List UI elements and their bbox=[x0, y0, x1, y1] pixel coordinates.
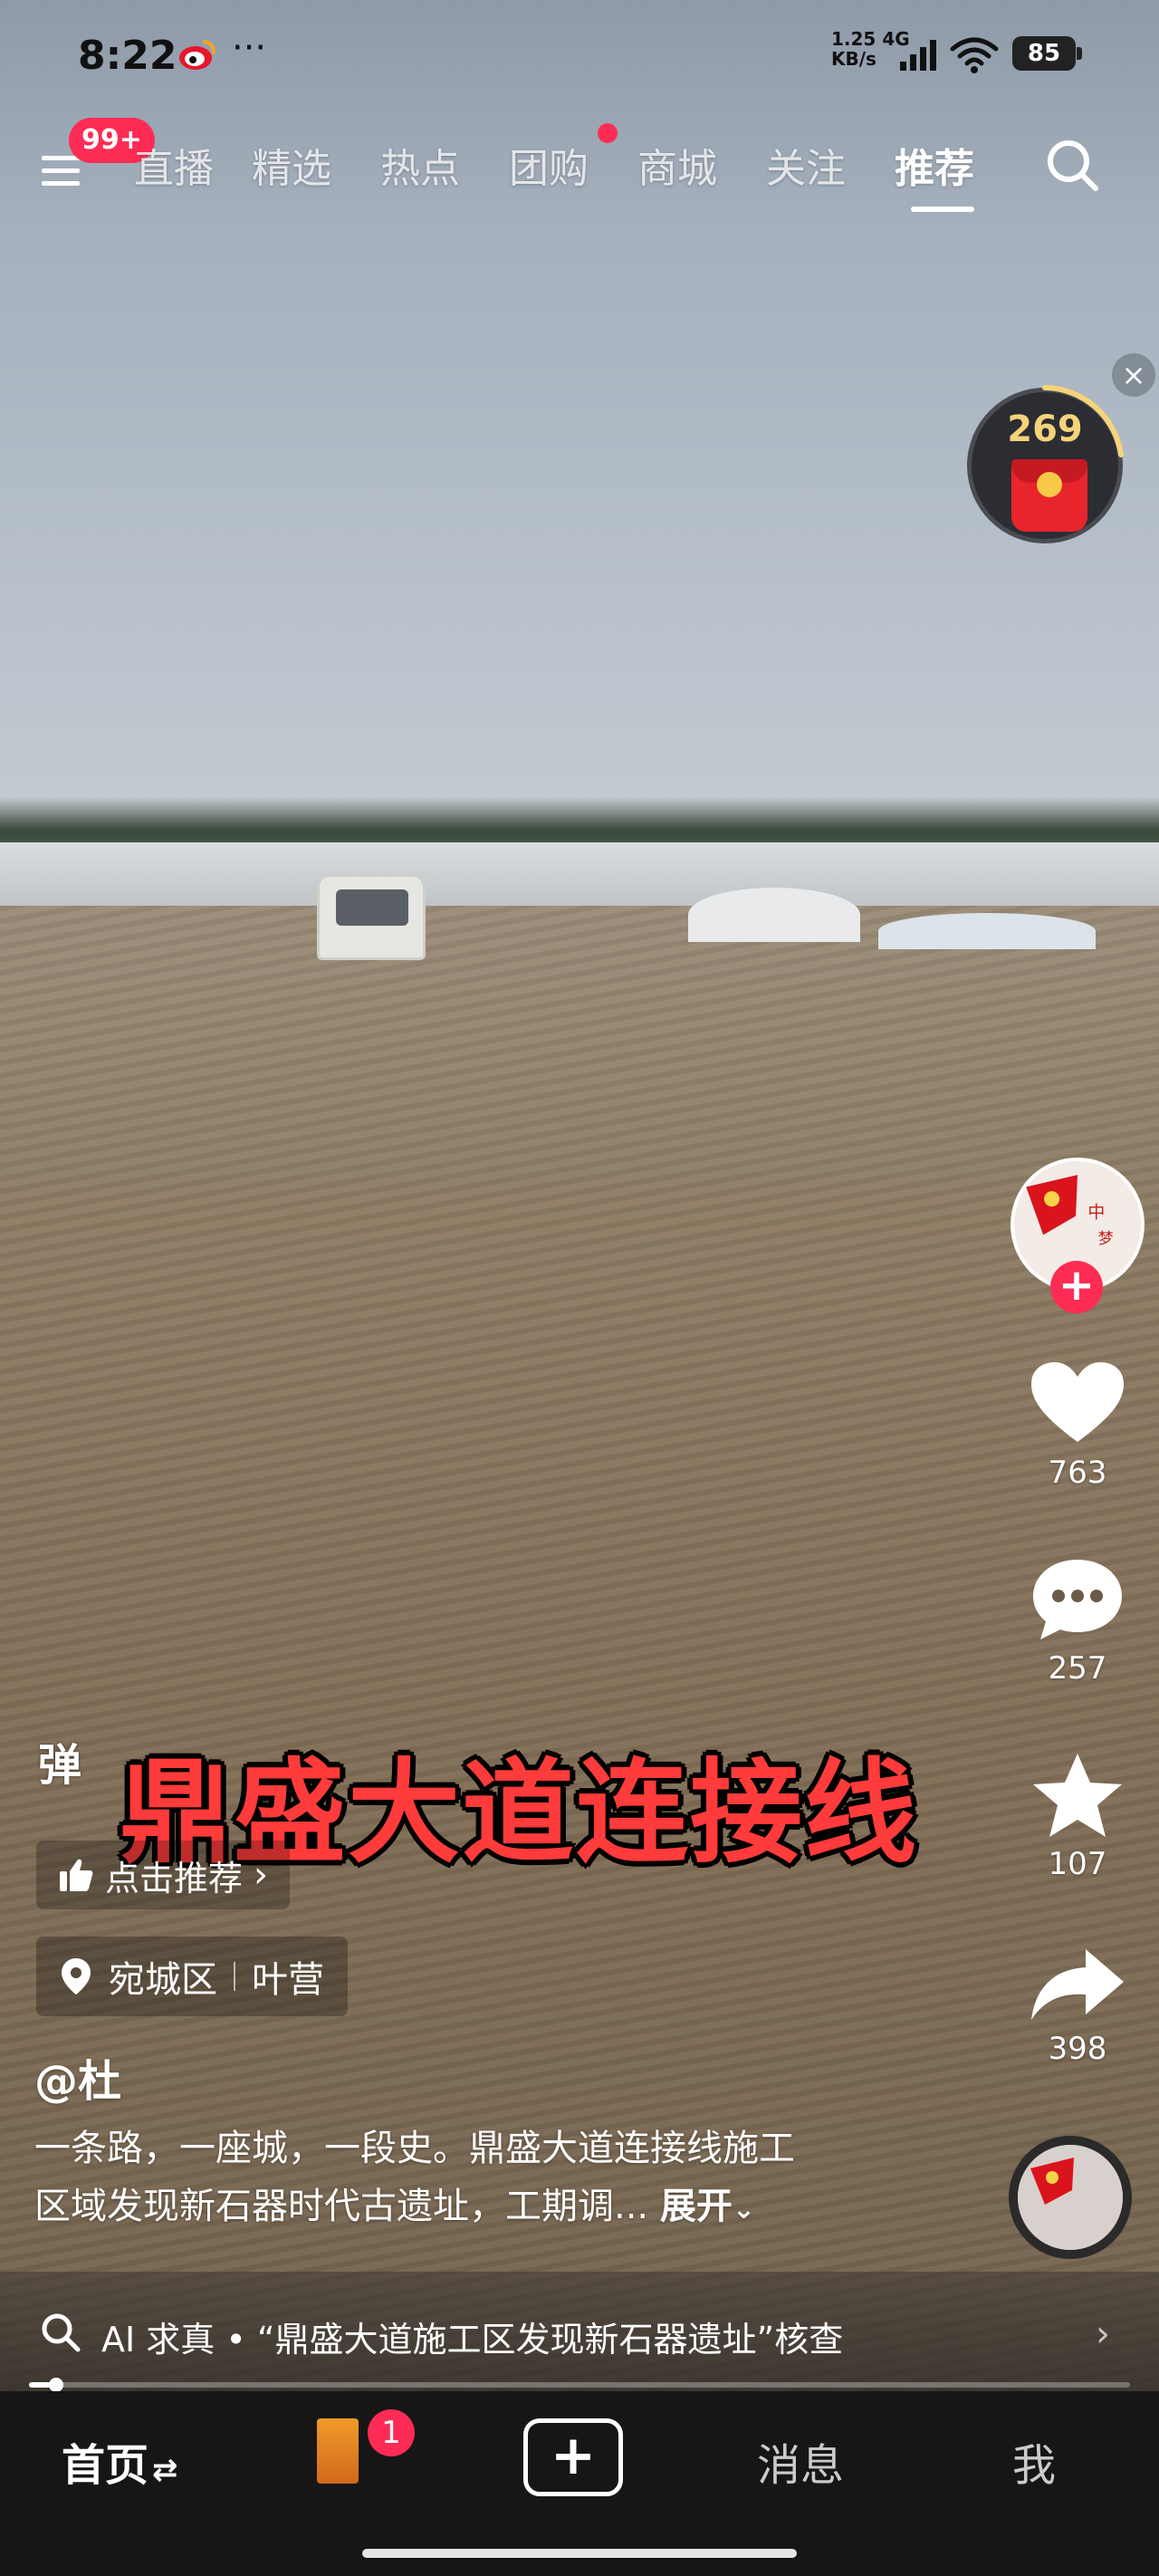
video-description: 一条路，一座城，一段史。鼎盛大道连接线施工 区域发现新石器时代古遗址，工期调..… bbox=[34, 2119, 931, 2239]
group-buy-dot bbox=[598, 123, 618, 143]
like-button[interactable]: 763 bbox=[1023, 1359, 1132, 1491]
description-line-2: 区域发现新石器时代古遗址，工期调... 展开⌄ bbox=[34, 2177, 931, 2239]
create-button[interactable]: + bbox=[523, 2418, 623, 2496]
wifi-icon bbox=[950, 37, 999, 73]
tab-home-label: 首页 bbox=[62, 2440, 149, 2491]
location-chip[interactable]: 宛城区 叶营 bbox=[36, 1937, 348, 2016]
ai-fact-check-bar[interactable]: AI 求真 • “鼎盛大道施工区发现新石器遗址”核查 › bbox=[0, 2272, 1159, 2400]
red-packet-progress-ring bbox=[1042, 385, 1124, 457]
danmu-toggle-button[interactable]: 弹 bbox=[38, 1725, 120, 1806]
recommend-chip[interactable]: 点击推荐 › bbox=[36, 1841, 291, 1909]
active-tab-underline bbox=[911, 207, 974, 212]
tab-recommended[interactable]: 推荐 bbox=[895, 136, 974, 194]
location-separator bbox=[234, 1962, 235, 1991]
favorite-count: 107 bbox=[1048, 1846, 1107, 1882]
status-bar: 8:22 ··· 1.25 4G KB/s 85 bbox=[0, 0, 1159, 100]
share-count: 398 bbox=[1048, 2031, 1107, 2067]
tab-featured[interactable]: 精选 bbox=[252, 136, 331, 194]
tab-me[interactable]: 我 bbox=[1012, 2429, 1056, 2493]
status-time: 8:22 bbox=[78, 33, 177, 79]
tab-messages[interactable]: 消息 bbox=[757, 2429, 844, 2493]
thumbs-up-icon bbox=[60, 1859, 93, 1891]
location-district: 宛城区 bbox=[109, 1959, 217, 2001]
expand-button[interactable]: 展开⌄ bbox=[660, 2186, 755, 2227]
location-place: 叶营 bbox=[252, 1959, 324, 2001]
author-name[interactable]: @杜 bbox=[34, 2045, 121, 2109]
description-line-2-text: 区域发现新石器时代古遗址，工期调... bbox=[34, 2186, 649, 2227]
video-wall bbox=[0, 842, 1159, 906]
comment-button[interactable]: 257 bbox=[1023, 1554, 1132, 1687]
share-arrow-icon bbox=[1031, 1949, 1124, 2020]
tab-group-buy[interactable]: 团购 bbox=[509, 136, 589, 194]
swap-icon: ⇄ bbox=[152, 2452, 178, 2488]
music-disc[interactable] bbox=[1009, 2136, 1132, 2259]
location-pin-icon bbox=[62, 1958, 91, 1994]
video-sand-pile bbox=[688, 888, 860, 942]
video-progress-bar[interactable] bbox=[29, 2378, 1130, 2392]
chevron-right-icon: › bbox=[254, 1854, 269, 1896]
bottom-tab-bar: 首页 ⇄ 1 + 消息 我 bbox=[0, 2391, 1159, 2576]
tab-home[interactable]: 首页 ⇄ bbox=[62, 2429, 178, 2493]
svg-text:中: 中 bbox=[1087, 1202, 1105, 1222]
chevron-down-icon: ⌄ bbox=[732, 2194, 756, 2225]
music-cover-flag-icon bbox=[1018, 2145, 1123, 2250]
video-player[interactable] bbox=[0, 0, 1159, 2391]
tab-mall[interactable]: 商城 bbox=[637, 136, 717, 194]
like-count: 763 bbox=[1048, 1455, 1107, 1491]
tab-following[interactable]: 关注 bbox=[766, 136, 846, 194]
comment-icon bbox=[1033, 1560, 1122, 1639]
signal-icon bbox=[900, 40, 936, 71]
ai-fact-check-text: AI 求真 • “鼎盛大道施工区发现新石器遗址”核查 bbox=[101, 2320, 844, 2360]
expand-label: 展开 bbox=[659, 2186, 733, 2227]
friends-badge: 1 bbox=[368, 2409, 415, 2456]
favorite-button[interactable]: 107 bbox=[1023, 1750, 1132, 1882]
search-icon[interactable] bbox=[1041, 134, 1105, 197]
search-icon bbox=[42, 2313, 81, 2352]
video-vehicle bbox=[317, 874, 426, 960]
home-indicator bbox=[362, 2549, 797, 2558]
recommend-label: 点击推荐 bbox=[105, 1858, 244, 1898]
top-nav: 99+ 直播 精选 热点 团购 商城 关注 推荐 bbox=[0, 118, 1159, 217]
share-button[interactable]: 398 bbox=[1023, 1944, 1132, 2067]
svg-text:梦: 梦 bbox=[1098, 1230, 1114, 1248]
battery-icon: 85 bbox=[1012, 36, 1082, 71]
net-speed-unit: KB/s bbox=[831, 48, 876, 70]
star-icon bbox=[1033, 1754, 1122, 1837]
net-speed-value: 1.25 bbox=[831, 28, 876, 50]
tab-live[interactable]: 直播 bbox=[134, 136, 214, 194]
video-tarp-pile bbox=[878, 913, 1096, 949]
weibo-icon bbox=[179, 40, 216, 70]
description-line-1: 一条路，一座城，一段史。鼎盛大道连接线施工 bbox=[34, 2128, 795, 2169]
friends-thumbnail[interactable] bbox=[317, 2418, 359, 2484]
more-dots: ··· bbox=[232, 27, 267, 69]
follow-button[interactable]: + bbox=[1050, 1261, 1103, 1313]
chevron-right-icon: › bbox=[1096, 2313, 1110, 2355]
heart-icon bbox=[1031, 1362, 1124, 1442]
comment-count: 257 bbox=[1048, 1650, 1107, 1687]
tab-hot[interactable]: 热点 bbox=[380, 136, 460, 194]
